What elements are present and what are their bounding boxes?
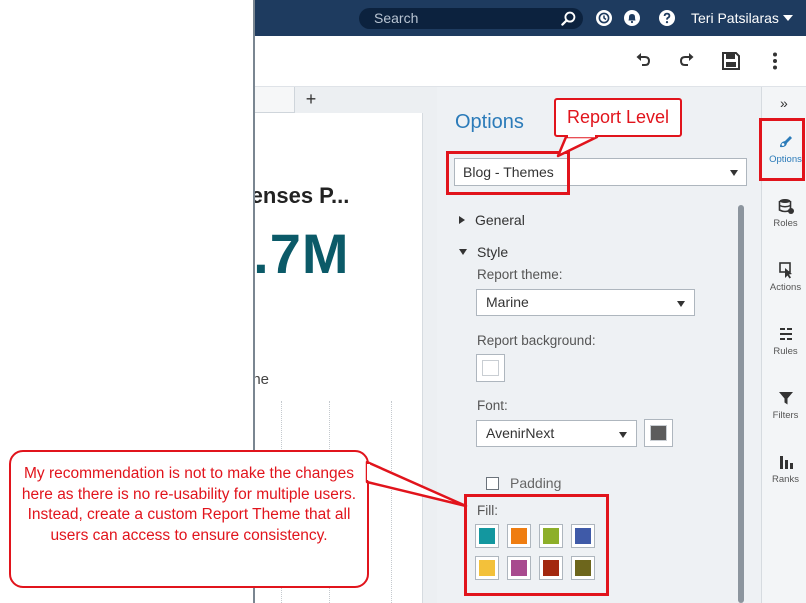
chevron-down-icon [677,301,685,307]
filters-icon [778,392,793,405]
font-dropdown[interactable]: AvenirNext [476,420,637,447]
highlight-object-select [446,151,570,195]
user-menu-name[interactable]: Teri Patsilaras [691,9,779,27]
font-color-swatch [650,425,667,441]
recommendation-callout: My recommendation is not to make the cha… [9,450,369,588]
chevron-down-icon [730,170,738,176]
rail-label-actions: Actions [769,282,802,293]
rail-item-roles[interactable]: Roles [762,197,806,253]
user-menu-caret-icon[interactable] [783,15,793,21]
add-page-button[interactable]: + [301,89,321,109]
save-icon[interactable] [720,50,742,72]
help-icon[interactable] [658,9,676,27]
page-tab[interactable] [255,87,295,113]
section-general[interactable]: General [459,212,525,228]
roles-icon [778,199,794,214]
search-placeholder: Search [374,10,419,26]
font-label: Font: [477,398,508,413]
rail-label-rules: Rules [773,346,798,357]
actions-icon [778,262,792,279]
expand-arrow-icon [459,216,465,224]
kpi-title: xpenses P... [255,183,350,208]
recent-history-icon[interactable] [595,9,613,27]
collapse-arrow-icon [459,249,467,255]
chart-grid-line [391,401,392,603]
more-vertical-icon[interactable] [764,50,786,72]
rail-item-actions[interactable]: Actions [762,261,806,317]
kpi-value: 3.7M [253,222,350,285]
report-theme-value: Marine [486,294,529,310]
search-icon[interactable] [561,11,576,26]
report-level-callout: Report Level [554,98,682,137]
report-theme-label: Report theme: [477,267,563,282]
section-general-label: General [475,212,525,228]
search-input[interactable]: Search [359,8,583,29]
undo-icon[interactable] [632,50,654,72]
rail-item-filters[interactable]: Filters [762,389,806,445]
options-scrollbar[interactable] [738,205,744,603]
padding-checkbox[interactable] [486,477,499,490]
rail-item-rules[interactable]: Rules [762,325,806,381]
rules-icon [779,328,792,340]
options-pane-title: Options [455,111,524,133]
section-style-label: Style [477,244,509,260]
editor-toolbar [255,36,806,87]
report-background-label: Report background: [477,333,596,348]
rail-label-roles: Roles [773,218,798,229]
notifications-bell-icon[interactable] [623,9,641,27]
rail-item-ranks[interactable]: Ranks [762,453,806,509]
padding-label: Padding [510,475,562,491]
section-style[interactable]: Style [459,244,508,260]
highlight-options-tab [759,118,805,181]
ranks-icon [779,456,793,469]
report-background-color-picker[interactable] [476,354,505,382]
page-tab-strip: + [255,87,437,113]
chevron-down-icon [619,432,627,438]
font-value: AvenirNext [486,425,555,441]
chart-title-partial: ine [253,371,270,388]
collapse-pane-button[interactable]: » [780,95,788,111]
top-navigation-bar: Search Teri Patsilaras [255,0,806,36]
rail-label-ranks: Ranks [772,474,799,485]
report-theme-dropdown[interactable]: Marine [476,289,695,316]
redo-icon[interactable] [676,50,698,72]
report-background-swatch [482,360,499,376]
font-color-picker[interactable] [644,419,673,447]
rail-label-filters: Filters [772,410,799,421]
highlight-fill-swatches [464,494,609,596]
screenshot-root: Search Teri Patsilaras + nses P... .7M n… [0,0,806,603]
